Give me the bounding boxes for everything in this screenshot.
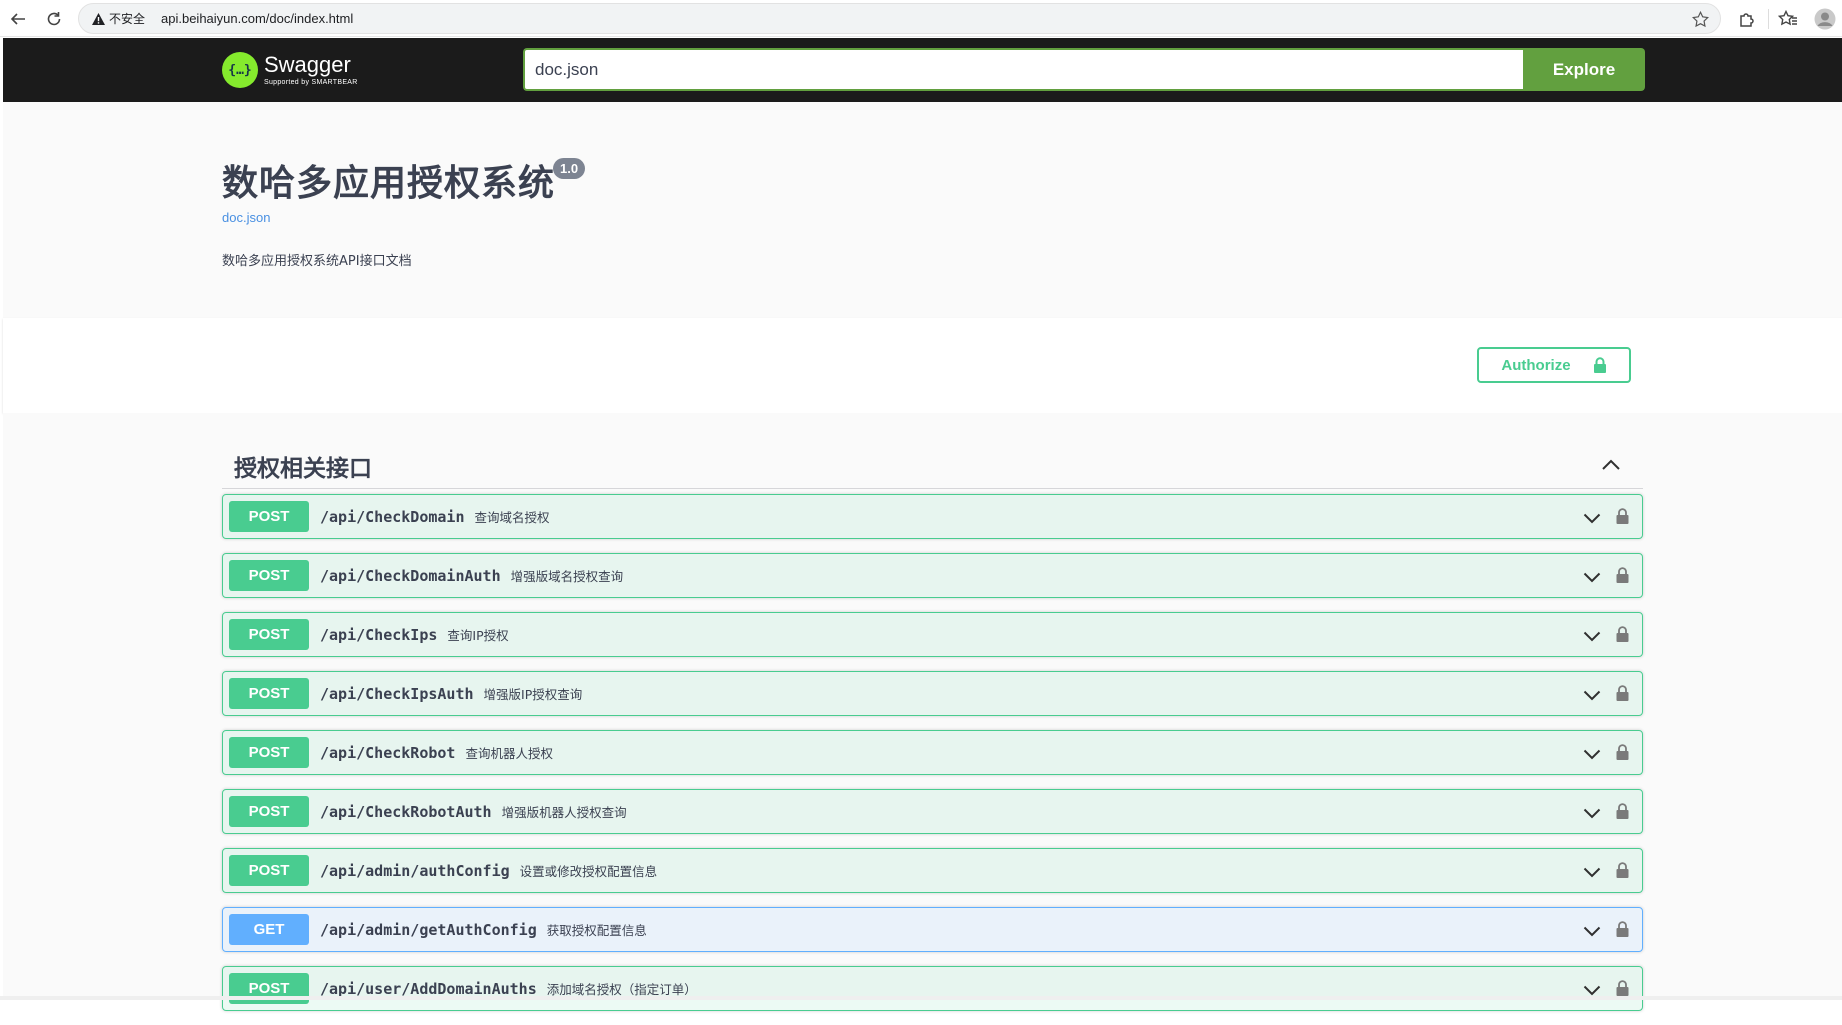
chevron-down-icon[interactable] xyxy=(1582,685,1602,705)
scheme-container: Authorize xyxy=(3,318,1842,413)
operation-path: /api/CheckDomainAuth 增强版域名授权查询 xyxy=(320,566,623,585)
path-text: /api/CheckIpsAuth xyxy=(320,685,474,703)
operation-summary: 增强版机器人授权查询 xyxy=(501,805,627,820)
path-text: /api/CheckRobot xyxy=(320,744,456,762)
url-text[interactable]: api.beihaiyun.com/doc/index.html xyxy=(161,11,353,26)
operation-path: /api/admin/getAuthConfig 获取授权配置信息 xyxy=(320,920,647,939)
chevron-down-icon[interactable] xyxy=(1582,508,1602,528)
opblock-post[interactable]: POST/api/CheckDomain 查询域名授权 xyxy=(222,494,1643,539)
swagger-logo[interactable]: {…} Swagger Supported by SMARTBEAR xyxy=(222,50,358,90)
lock-icon[interactable] xyxy=(1614,978,1630,998)
opblock-post[interactable]: POST/api/user/AddDomainAuths 添加域名授权（指定订单） xyxy=(222,966,1643,1011)
api-description: 数哈多应用授权系统API接口文档 xyxy=(222,254,412,269)
operation-path: /api/CheckIps 查询IP授权 xyxy=(320,625,509,644)
operations-section: 授权相关接口 POST/api/CheckDomain 查询域名授权 POST/ap… xyxy=(3,413,1842,1011)
authorize-label: Authorize xyxy=(1501,356,1571,374)
operation-summary: 设置或修改授权配置信息 xyxy=(519,864,658,879)
lock-icon[interactable] xyxy=(1614,860,1630,880)
opblock-post[interactable]: POST/api/CheckDomainAuth 增强版域名授权查询 xyxy=(222,553,1643,598)
address-bar[interactable]: 不安全 api.beihaiyun.com/doc/index.html xyxy=(78,3,1721,34)
method-badge: POST xyxy=(229,737,309,768)
method-badge: GET xyxy=(229,914,309,945)
operation-summary: 增强版IP授权查询 xyxy=(483,687,583,702)
chevron-up-icon[interactable] xyxy=(1599,455,1623,475)
api-title: 数哈多应用授权系统 xyxy=(222,163,556,204)
path-text: /api/CheckDomain xyxy=(320,508,465,526)
opblock-post[interactable]: POST/api/CheckIps 查询IP授权 xyxy=(222,612,1643,657)
arrow-left-icon xyxy=(10,13,25,25)
explore-button[interactable]: Explore xyxy=(1523,48,1645,91)
warning-icon xyxy=(91,12,105,26)
lock-icon[interactable] xyxy=(1614,683,1630,703)
operation-list: POST/api/CheckDomain 查询域名授权 POST/api/Check… xyxy=(222,494,1643,1025)
operation-summary: 查询机器人授权 xyxy=(465,746,553,761)
lock-icon[interactable] xyxy=(1614,624,1630,644)
chevron-down-icon[interactable] xyxy=(1582,921,1602,941)
favorites-icon[interactable] xyxy=(1775,6,1801,32)
toolbar-divider xyxy=(1768,9,1769,29)
path-text: /api/CheckDomainAuth xyxy=(320,567,501,585)
logo-title: Swagger xyxy=(264,52,351,77)
tag-header[interactable]: 授权相关接口 xyxy=(222,443,1643,489)
explore-form: Explore xyxy=(523,48,1645,91)
reload-icon xyxy=(47,12,61,26)
opblock-post[interactable]: POST/api/CheckRobotAuth 增强版机器人授权查询 xyxy=(222,789,1643,834)
window-bottom-edge xyxy=(0,996,1842,1000)
profile-icon[interactable] xyxy=(1812,6,1838,32)
swagger-logo-icon: {…} xyxy=(222,52,258,88)
puzzle-icon[interactable] xyxy=(1734,6,1760,32)
method-badge: POST xyxy=(229,678,309,709)
path-text: /api/CheckRobotAuth xyxy=(320,803,492,821)
lock-icon[interactable] xyxy=(1614,506,1630,526)
operation-summary: 增强版域名授权查询 xyxy=(510,569,624,584)
operation-summary: 查询域名授权 xyxy=(474,510,550,525)
operation-path: /api/CheckIpsAuth 增强版IP授权查询 xyxy=(320,684,582,703)
method-badge: POST xyxy=(229,619,309,650)
reload-button[interactable] xyxy=(40,5,68,33)
opblock-post[interactable]: POST/api/CheckIpsAuth 增强版IP授权查询 xyxy=(222,671,1643,716)
insecure-label[interactable]: 不安全 xyxy=(109,10,145,27)
opblock-post[interactable]: POST/api/admin/authConfig 设置或修改授权配置信息 xyxy=(222,848,1643,893)
operation-summary: 查询IP授权 xyxy=(447,628,509,643)
chevron-down-icon[interactable] xyxy=(1582,862,1602,882)
tag-title: 授权相关接口 xyxy=(234,456,372,482)
path-text: /api/CheckIps xyxy=(320,626,438,644)
method-badge: POST xyxy=(229,501,309,532)
lock-icon[interactable] xyxy=(1614,565,1630,585)
path-text: /api/admin/authConfig xyxy=(320,862,510,880)
chevron-down-icon[interactable] xyxy=(1582,626,1602,646)
lock-icon[interactable] xyxy=(1614,919,1630,939)
lock-icon[interactable] xyxy=(1614,801,1630,821)
operation-path: /api/admin/authConfig 设置或修改授权配置信息 xyxy=(320,861,657,880)
back-button[interactable] xyxy=(4,5,32,33)
swagger-topbar: {…} Swagger Supported by SMARTBEAR Explo… xyxy=(3,38,1842,102)
browser-toolbar: 不安全 api.beihaiyun.com/doc/index.html xyxy=(0,0,1842,37)
star-icon[interactable] xyxy=(1690,9,1710,29)
opblock-get[interactable]: GET/api/admin/getAuthConfig 获取授权配置信息 xyxy=(222,907,1643,952)
chevron-down-icon[interactable] xyxy=(1582,567,1602,587)
method-badge: POST xyxy=(229,560,309,591)
method-badge: POST xyxy=(229,796,309,827)
operation-summary: 获取授权配置信息 xyxy=(546,923,647,938)
logo-subtitle: Supported by SMARTBEAR xyxy=(264,79,358,86)
spec-link[interactable]: doc.json xyxy=(222,210,270,225)
chevron-down-icon[interactable] xyxy=(1582,744,1602,764)
path-text: /api/admin/getAuthConfig xyxy=(320,921,537,939)
spec-url-input[interactable] xyxy=(523,48,1523,91)
authorize-button[interactable]: Authorize xyxy=(1477,347,1631,383)
method-badge: POST xyxy=(229,855,309,886)
opblock-post[interactable]: POST/api/CheckRobot 查询机器人授权 xyxy=(222,730,1643,775)
lock-icon[interactable] xyxy=(1614,742,1630,762)
version-badge: 1.0 xyxy=(553,158,586,179)
chevron-down-icon[interactable] xyxy=(1582,803,1602,823)
operation-path: /api/CheckDomain 查询域名授权 xyxy=(320,507,550,526)
lock-icon xyxy=(1593,356,1606,373)
operation-path: /api/CheckRobot 查询机器人授权 xyxy=(320,743,553,762)
api-info: 数哈多应用授权系统 1.0 doc.json 数哈多应用授权系统API接口文档 xyxy=(3,102,1842,318)
operation-path: /api/CheckRobotAuth 增强版机器人授权查询 xyxy=(320,802,627,821)
